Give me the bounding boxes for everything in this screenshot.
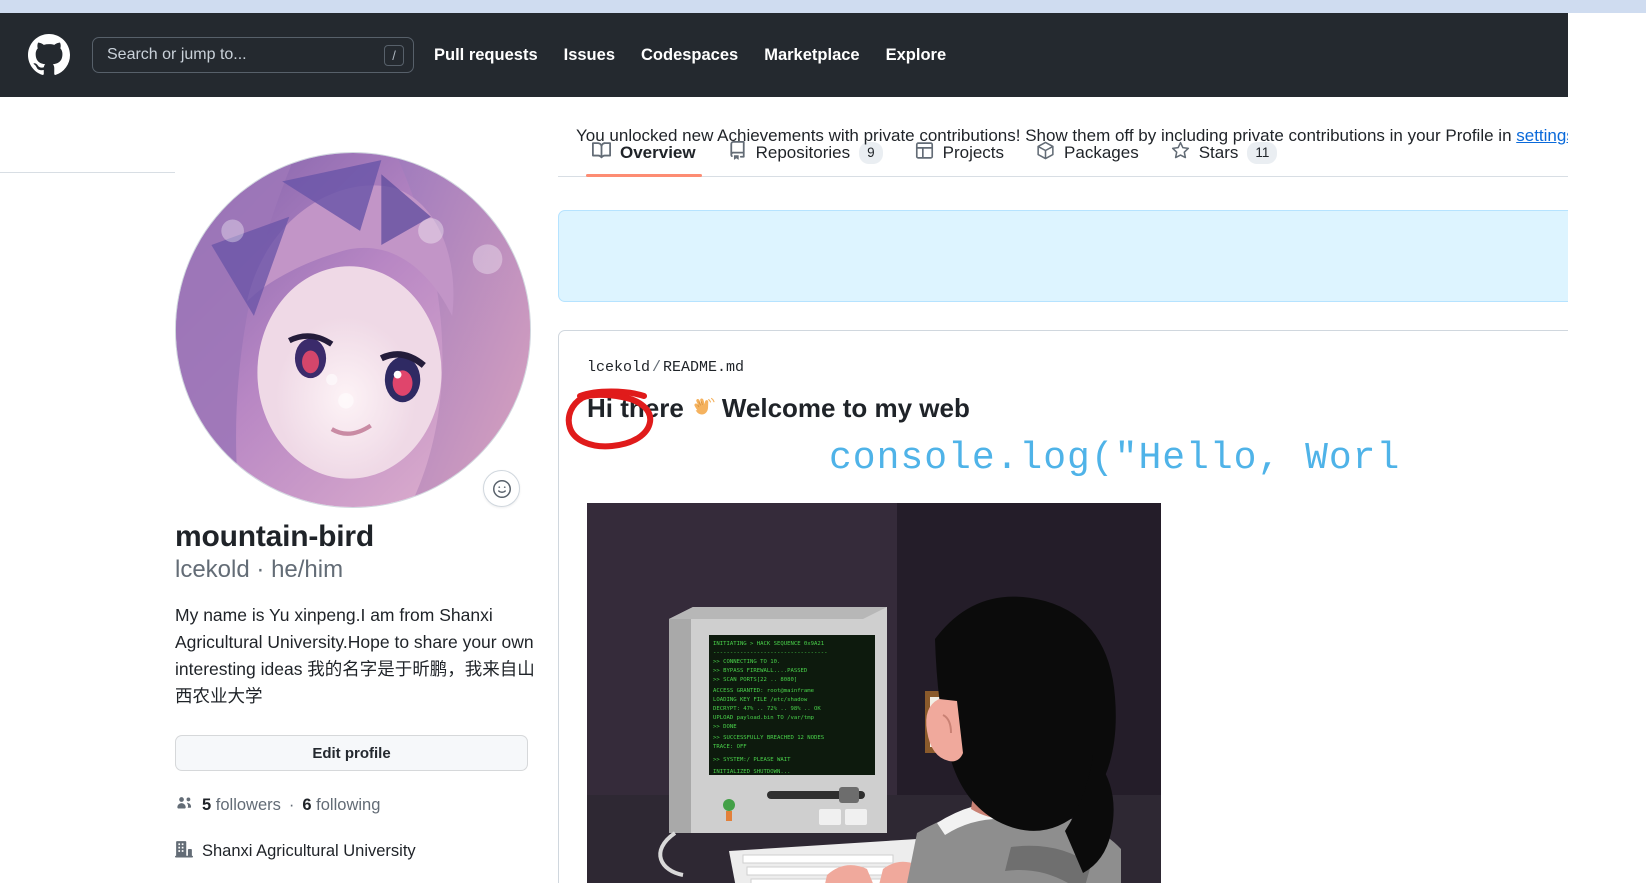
following-label: following: [316, 795, 381, 814]
svg-text:>> SUCCESSFULLY BREACHED 12 NO: >> SUCCESSFULLY BREACHED 12 NODES: [713, 735, 824, 741]
organization-name: Shanxi Agricultural University: [202, 842, 416, 860]
achievements-banner: [558, 210, 1568, 302]
followers-text[interactable]: 5 followers: [202, 796, 281, 815]
achievements-banner-message: You unlocked new Achievements with priva…: [576, 126, 1517, 145]
svg-text:------------------------------: ----------------------------------: [713, 650, 828, 656]
svg-text:UPLOAD payload.bin TO /var/tmp: UPLOAD payload.bin TO /var/tmp: [713, 715, 815, 721]
followers-separator: ·: [288, 795, 295, 814]
svg-text:INITIATING > HACK SEQUENCE 0x9: INITIATING > HACK SEQUENCE 0x9A21: [713, 641, 824, 647]
nav-item-marketplace[interactable]: Marketplace: [764, 46, 859, 65]
page-viewport: Search or jump to... / Pull requests Iss…: [0, 13, 1568, 883]
readme-path-separator: /: [652, 359, 662, 376]
organization-row: Shanxi Agricultural University: [175, 840, 416, 863]
svg-text:LOADING KEY FILE /etc/shadow: LOADING KEY FILE /etc/shadow: [713, 697, 808, 703]
svg-text:>> BYPASS FIREWALL....PASSED: >> BYPASS FIREWALL....PASSED: [713, 668, 808, 674]
readme-breadcrumb: lcekold / README.md: [587, 359, 744, 376]
header-navigation: Pull requests Issues Codespaces Marketpl…: [434, 46, 946, 65]
search-shortcut-key: /: [384, 44, 404, 66]
following-count: 6: [302, 795, 312, 814]
readme-typing-svg-text: console.log("Hello, Worl: [829, 437, 1401, 480]
global-header: Search or jump to... / Pull requests Iss…: [0, 13, 1568, 97]
achievements-banner-text: You unlocked new Achievements with priva…: [576, 123, 1568, 149]
settings-link[interactable]: settings: [1516, 126, 1568, 145]
search-placeholder-text: Search or jump to...: [107, 47, 247, 63]
following-text[interactable]: 6 following: [302, 796, 380, 815]
svg-text:>> DONE: >> DONE: [713, 724, 737, 730]
nav-item-explore[interactable]: Explore: [886, 46, 947, 65]
readme-card: lcekold / README.md Hi there Welcome to my…: [558, 330, 1568, 883]
profile-login-line: lcekold · he/him: [175, 555, 343, 585]
svg-text:ACCESS GRANTED: root@mainframe: ACCESS GRANTED: root@mainframe: [713, 688, 815, 694]
readme-filename[interactable]: README.md: [663, 359, 744, 376]
avatar-container: [175, 152, 531, 508]
profile-pronouns: he/him: [271, 556, 344, 583]
readme-illustration: INITIATING > HACK SEQUENCE 0x9A21 ------…: [587, 503, 1161, 883]
readme-heading-rest: Welcome to my web: [721, 393, 970, 423]
svg-text:DECRYPT: 47% .. 72% .. 98% ..: DECRYPT: 47% .. 72% .. 98% .. OK: [713, 706, 821, 712]
nav-item-codespaces[interactable]: Codespaces: [641, 46, 738, 65]
page-body: mountain-bird lcekold · he/him My name i…: [0, 97, 1568, 883]
browser-tab-strip: [0, 0, 1646, 13]
sidebar-top-divider: [0, 172, 175, 173]
nav-item-pull-requests[interactable]: Pull requests: [434, 46, 538, 65]
people-icon: [175, 793, 194, 817]
profile-login: lcekold: [175, 556, 250, 583]
readme-owner[interactable]: lcekold: [587, 359, 650, 376]
svg-text:>> CONNECTING TO 10.: >> CONNECTING TO 10.: [713, 659, 780, 665]
svg-text:TRACE: OFF: TRACE: OFF: [713, 744, 747, 750]
readme-heading: Hi there Welcome to my web: [587, 393, 970, 424]
nav-item-issues[interactable]: Issues: [564, 46, 615, 65]
followers-following-row: 5 followers · 6 following: [175, 793, 380, 817]
readme-heading-text: Hi there: [587, 393, 684, 423]
status-smiley-icon[interactable]: [483, 470, 520, 507]
svg-text:>> SCAN PORTS[22 .. 8080]: >> SCAN PORTS[22 .. 8080]: [713, 677, 797, 683]
followers-label: followers: [215, 795, 281, 814]
profile-separator: ·: [256, 556, 265, 583]
profile-bio: My name is Yu xinpeng.I am from Shanxi A…: [175, 605, 535, 707]
waving-hand-emoji: [690, 396, 716, 422]
right-gutter: [1568, 13, 1646, 883]
svg-text:>> SYSTEM:/ PLEASE WAIT: >> SYSTEM:/ PLEASE WAIT: [713, 757, 791, 763]
page-title: mountain-bird: [175, 520, 375, 553]
search-input[interactable]: Search or jump to... /: [92, 37, 414, 73]
edit-profile-button[interactable]: Edit profile: [175, 735, 528, 771]
avatar[interactable]: [175, 152, 531, 508]
organization-icon: [175, 840, 193, 863]
svg-text:INITIALIZED SHUTDOWN...: INITIALIZED SHUTDOWN...: [713, 769, 790, 775]
github-mark-icon[interactable]: [28, 34, 70, 76]
followers-count: 5: [202, 795, 212, 814]
